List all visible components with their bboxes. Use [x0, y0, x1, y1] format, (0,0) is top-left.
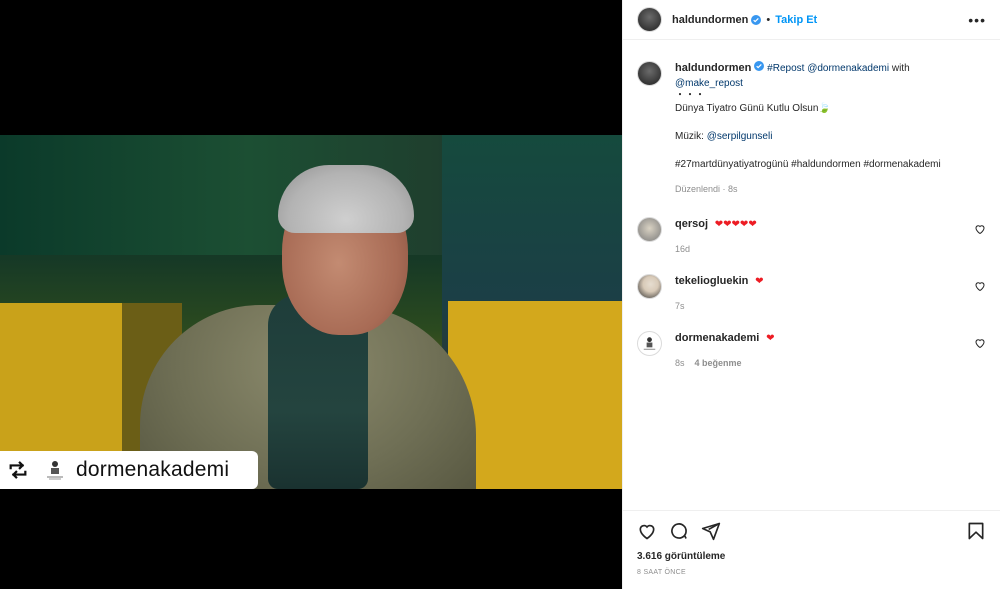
comment-icon[interactable]	[669, 521, 689, 541]
like-comment-heart-icon[interactable]	[974, 280, 986, 292]
media-area[interactable]: dormenakademi	[0, 0, 622, 589]
verified-icon	[751, 14, 762, 25]
repost-overlay: dormenakademi	[0, 451, 258, 489]
caption-tags[interactable]: #27martdünyatiyatrogünü #haldundormen #d…	[675, 157, 975, 172]
post-modal: dormenakademi haldundormen • Takip Et ••…	[0, 0, 1000, 589]
verified-icon	[754, 61, 765, 71]
caption-body: haldundormen #Repost @dormenakademi with…	[675, 61, 975, 197]
comment-body: dormenakademi ❤ 8s 4 beğenme	[675, 331, 965, 368]
commenter-username[interactable]: qersoj	[675, 218, 708, 230]
mention-link[interactable]: @serpilgunseli	[707, 131, 773, 142]
caption-with-text: with	[891, 63, 910, 74]
comment-item: dormenakademi ❤ 8s 4 beğenme	[637, 331, 986, 368]
comment-meta: 16d	[675, 244, 965, 254]
comments-section[interactable]: haldundormen #Repost @dormenakademi with…	[623, 41, 1000, 510]
commenter-username[interactable]: tekeliogluekin	[675, 275, 748, 287]
comment-text: tekeliogluekin ❤	[675, 274, 965, 289]
caption-line-2: ・・・	[675, 90, 705, 101]
action-bar	[637, 521, 986, 541]
video-player[interactable]	[0, 135, 622, 489]
comment-item: tekeliogluekin ❤ 7s	[637, 274, 986, 311]
caption: haldundormen #Repost @dormenakademi with…	[637, 61, 986, 197]
comment-message: ❤	[766, 333, 775, 344]
edited-time: 8s	[728, 184, 738, 194]
author-username[interactable]: haldundormen	[672, 14, 748, 26]
comment-body: tekeliogluekin ❤ 7s	[675, 274, 965, 311]
comment-text: dormenakademi ❤	[675, 331, 965, 346]
comment-meta: 7s	[675, 301, 965, 311]
caption-meta: Düzenlendi · 8s	[675, 184, 738, 194]
comment-message: ❤❤❤❤❤	[714, 219, 757, 230]
repost-icon	[6, 458, 30, 482]
author-avatar[interactable]	[637, 61, 662, 86]
commenter-avatar[interactable]	[637, 274, 662, 299]
heart-icon[interactable]	[637, 521, 657, 541]
commenter-username[interactable]: dormenakademi	[675, 332, 759, 344]
follow-button[interactable]: Takip Et	[775, 14, 817, 26]
hashtag-link[interactable]: #Repost	[767, 63, 804, 74]
comment-likes[interactable]: 4 beğenme	[695, 358, 742, 368]
mention-link[interactable]: @make_repost	[675, 78, 743, 89]
caption-line-3: Dünya Tiyatro Günü Kutlu Olsun🍃	[675, 103, 831, 114]
music-prefix: Müzik:	[675, 131, 704, 142]
separator-dot: •	[766, 13, 771, 26]
mention-link[interactable]: @dormenakademi	[807, 63, 889, 74]
comment-time[interactable]: 8s	[675, 358, 685, 368]
comment-body: qersoj ❤❤❤❤❤ 16d	[675, 217, 965, 254]
bookmark-icon[interactable]	[966, 521, 986, 541]
academy-logo-icon	[42, 457, 68, 483]
share-icon[interactable]	[701, 521, 721, 541]
caption-line-4: Müzik: @serpilgunseli	[675, 129, 975, 144]
caption-line-1: haldundormen #Repost @dormenakademi with…	[675, 61, 975, 91]
more-options-icon[interactable]: •••	[968, 12, 986, 28]
edited-label: Düzenlendi	[675, 184, 721, 194]
comment-time[interactable]: 16d	[675, 244, 690, 254]
repost-username: dormenakademi	[76, 458, 230, 481]
author-avatar[interactable]	[637, 7, 662, 32]
post-header: haldundormen • Takip Et •••	[623, 0, 1000, 40]
comment-time[interactable]: 7s	[675, 301, 685, 311]
comment-meta: 8s 4 beğenme	[675, 358, 965, 368]
post-side-panel: haldundormen • Takip Et ••• haldundormen…	[622, 0, 1000, 589]
post-time[interactable]: 8 SAAT ÖNCE	[637, 569, 986, 576]
view-count[interactable]: 3.616 görüntüleme	[637, 551, 986, 562]
person-hair	[278, 165, 414, 233]
post-actions: 3.616 görüntüleme 8 SAAT ÖNCE	[623, 510, 1000, 576]
like-comment-heart-icon[interactable]	[974, 223, 986, 235]
comment-item: qersoj ❤❤❤❤❤ 16d	[637, 217, 986, 254]
commenter-avatar[interactable]	[637, 217, 662, 242]
commenter-avatar[interactable]	[637, 331, 662, 356]
like-comment-heart-icon[interactable]	[974, 337, 986, 349]
comment-text: qersoj ❤❤❤❤❤	[675, 217, 965, 232]
caption-username[interactable]: haldundormen	[675, 62, 751, 74]
comment-message: ❤	[755, 276, 764, 287]
